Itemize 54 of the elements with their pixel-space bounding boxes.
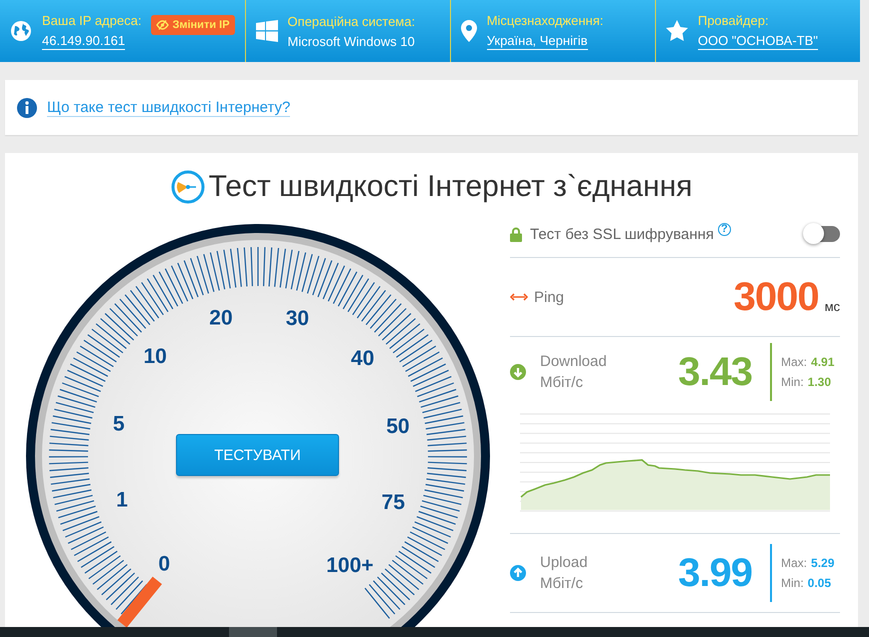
info-icon — [17, 98, 37, 118]
stat-value: 4.91 — [811, 355, 834, 369]
ssl-toggle[interactable] — [806, 226, 840, 242]
padlock-icon — [510, 226, 522, 242]
info-value: Microsoft Windows 10 — [288, 34, 415, 48]
unit-label: Мбіт/с — [540, 374, 584, 391]
ping-value: 3000 — [734, 274, 819, 320]
unit-label: Мбіт/с — [540, 575, 584, 592]
page-title: Тест швидкості Інтернет з`єднання — [208, 170, 692, 204]
up-arrow-icon — [510, 565, 526, 581]
speed-scale-label: 1 — [116, 488, 128, 512]
stat-label: Min: — [781, 576, 804, 590]
stat-label: Max: — [781, 355, 808, 369]
gauge-needle — [117, 576, 162, 627]
globe-icon — [10, 20, 32, 42]
stat-label: Max: — [781, 556, 808, 570]
star-icon — [666, 20, 688, 42]
stat-value: 0.05 — [808, 576, 832, 590]
info-link[interactable]: Що таке тест швидкості Інтернету? — [47, 98, 290, 116]
stat-value: 5.29 — [811, 556, 834, 570]
info-link[interactable]: Україна, Чернігів — [486, 32, 588, 50]
info-link[interactable]: ООО "ОСНОВА-ТВ" — [698, 32, 818, 50]
help-icon[interactable]: ? — [718, 222, 731, 236]
speed-scale-label: 0 — [158, 552, 170, 576]
speed-scale-label: 100+ — [326, 554, 374, 578]
down-arrow-icon — [510, 364, 526, 380]
double-arrow-icon — [510, 293, 528, 301]
info-link[interactable]: 46.149.90.161 — [42, 32, 126, 50]
info-label: Провайдер: — [698, 12, 770, 28]
ping-label: Ping — [534, 288, 564, 306]
speedometer-icon — [170, 170, 205, 204]
download-speed-value: 3.43 — [678, 350, 752, 394]
speed-scale-label: 50 — [386, 414, 410, 438]
stat-value: 1.30 — [808, 375, 832, 389]
info-label: Операційна система: — [288, 14, 416, 28]
stat-label: Min: — [781, 375, 804, 389]
windows-logo-icon — [256, 20, 278, 42]
change-ip-button[interactable]: Змінити IP — [151, 15, 235, 35]
eye-slash-icon — [156, 20, 170, 30]
speed-scale-label: 5 — [112, 412, 124, 436]
info-label: Місцезнаходження: — [486, 12, 604, 28]
map-pin-icon — [460, 20, 477, 42]
speed-scale-label: 75 — [382, 491, 405, 514]
upload-label: Upload — [540, 554, 588, 571]
speed-scale-label: 10 — [143, 345, 167, 368]
speed-scale-label: 40 — [350, 346, 374, 370]
speed-scale-label: 30 — [286, 307, 310, 330]
info-label: Ваша IP адреса: — [42, 12, 142, 28]
unit-label: мс — [824, 299, 840, 314]
download-label: Download — [540, 353, 607, 370]
upload-speed-value: 3.99 — [678, 550, 752, 596]
start-test-button[interactable]: ТЕСТУВАТИ — [176, 434, 339, 476]
speed-scale-label: 20 — [209, 306, 233, 330]
ssl-option-label: Тест без SSL шифрування — [530, 226, 714, 242]
